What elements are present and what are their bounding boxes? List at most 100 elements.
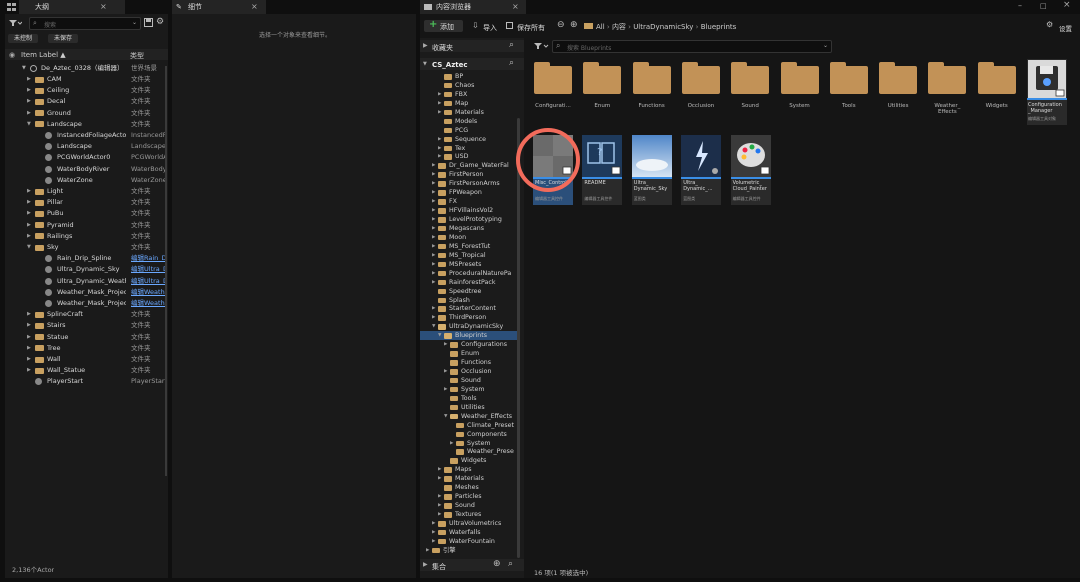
outliner-row[interactable]: ▶ Wall 文件夹: [5, 354, 165, 365]
expand-arrow-icon[interactable]: ▶: [432, 215, 435, 224]
expand-arrow-icon[interactable]: ▶: [27, 74, 31, 85]
minimize-icon[interactable]: –: [1018, 1, 1022, 10]
expand-arrow-icon[interactable]: ▶: [27, 320, 31, 331]
expand-arrow-icon[interactable]: ▶: [432, 188, 435, 197]
folder-tree-item[interactable]: Weather_Prese: [420, 447, 518, 456]
history-back-icon[interactable]: ⊖: [557, 20, 565, 30]
search-icon[interactable]: ⌕: [509, 40, 514, 50]
outliner-row[interactable]: Ultra_Dynamic_Weath 编辑Ultra_D: [5, 276, 165, 287]
folder-tree-item[interactable]: ▼ Weather_Effects: [420, 412, 518, 421]
outliner-search-input[interactable]: ⌕ 搜索 ⌄: [29, 17, 141, 30]
expand-arrow-icon[interactable]: ▶: [432, 313, 435, 322]
collections-header[interactable]: ▶ 集合 ⊕ ⌕: [420, 559, 524, 571]
expand-arrow-icon[interactable]: ▶: [432, 170, 435, 179]
folder-tree-item[interactable]: Sound: [420, 376, 518, 385]
chevron-down-icon[interactable]: ⌄: [132, 19, 137, 26]
folder-tree-item[interactable]: PCG: [420, 126, 518, 135]
breadcrumb-item[interactable]: All: [596, 23, 605, 31]
folder-tree-item[interactable]: ▶ FirstPersonArms: [420, 179, 518, 188]
folder-tree-item[interactable]: Enum: [420, 349, 518, 358]
expand-arrow-icon[interactable]: ▶: [444, 385, 447, 394]
outliner-row[interactable]: ▶ CAM 文件夹: [5, 74, 165, 85]
outliner-row[interactable]: ▶ Railings 文件夹: [5, 231, 165, 242]
unsaved-button[interactable]: 未保存: [48, 34, 78, 43]
outliner-row[interactable]: ▶ Statue 文件夹: [5, 332, 165, 343]
column-item-label[interactable]: Item Label ▲: [21, 51, 66, 59]
folder-tree-item[interactable]: Utilities: [420, 403, 518, 412]
expand-arrow-icon[interactable]: ▶: [438, 474, 441, 483]
folder-tree-item[interactable]: ▶ Particles: [420, 492, 518, 501]
expand-arrow-icon[interactable]: ▼: [438, 331, 441, 340]
expand-arrow-icon[interactable]: ▶: [444, 367, 447, 376]
folder-tree-item[interactable]: ▶ Sound: [420, 501, 518, 510]
folder-tile[interactable]: [780, 60, 821, 100]
folder-tree-item[interactable]: Widgets: [420, 456, 518, 465]
folder-tree-item[interactable]: BP: [420, 72, 518, 81]
folder-tile[interactable]: [681, 60, 722, 100]
column-type[interactable]: 类型: [130, 51, 144, 61]
favorites-header[interactable]: ▶ 收藏夹 ⌕: [420, 40, 524, 52]
gear-icon[interactable]: ⚙: [1046, 20, 1053, 29]
expand-arrow-icon[interactable]: ▶: [438, 135, 441, 144]
expand-arrow-icon[interactable]: ▶: [432, 206, 435, 215]
expand-arrow-icon[interactable]: ▶: [27, 365, 31, 376]
expand-arrow-icon[interactable]: ▶: [432, 233, 435, 242]
expand-arrow-icon[interactable]: ▶: [432, 528, 435, 537]
gear-icon[interactable]: ⚙: [156, 18, 165, 27]
folder-tree-item[interactable]: ▶ UltraVolumetrics: [420, 519, 518, 528]
outliner-row[interactable]: PlayerStart PlayerStart: [5, 376, 165, 387]
expand-arrow-icon[interactable]: ▶: [438, 492, 441, 501]
outliner-row[interactable]: ▶ Decal 文件夹: [5, 96, 165, 107]
expand-arrow-icon[interactable]: ▼: [27, 242, 31, 253]
outliner-row[interactable]: Weather_Mask_Projec 编辑Weathe: [5, 287, 165, 298]
expand-arrow-icon[interactable]: ▶: [27, 220, 31, 231]
outliner-row[interactable]: ▶ Ground 文件夹: [5, 108, 165, 119]
folder-tree-item[interactable]: ▶ Waterfalls: [420, 528, 518, 537]
outliner-root-row[interactable]: ▼ De_Aztec_0328（编辑器） 世界场景: [5, 63, 168, 74]
expand-arrow-icon[interactable]: ▶: [432, 537, 435, 546]
asset-configuration-manager[interactable]: Configuration _Manager 编辑器工具对象: [1027, 59, 1067, 125]
expand-arrow-icon[interactable]: ▶: [426, 546, 429, 555]
folder-tree-item[interactable]: ▶ Tex: [420, 144, 518, 153]
asset-tile[interactable]: Volumetric_ Cloud_Painter 编辑器工具控件: [730, 135, 771, 205]
folder-tree-item[interactable]: ▶ FX: [420, 197, 518, 206]
folder-tree-item[interactable]: ▶ Dr_Game_WaterFal: [420, 161, 518, 170]
expand-arrow-icon[interactable]: ▶: [432, 260, 435, 269]
folder-tree-item[interactable]: ▶ ProceduralNaturePa: [420, 269, 518, 278]
folder-tree-item[interactable]: ▶ MSPresets: [420, 260, 518, 269]
outliner-row[interactable]: ▶ Wall_Statue 文件夹: [5, 365, 165, 376]
folder-tree-item[interactable]: ▶ System: [420, 439, 518, 448]
folder-tree-item[interactable]: Tools: [420, 394, 518, 403]
asset-tile[interactable]: Ultra_ Dynamic_... 蓝图类: [681, 135, 722, 205]
folder-tree-item[interactable]: ▶ LevelPrototyping: [420, 215, 518, 224]
expand-arrow-icon[interactable]: ▶: [438, 90, 441, 99]
folder-tree-item[interactable]: ▶ Maps: [420, 465, 518, 474]
tab-outliner[interactable]: 大纲: [19, 0, 125, 14]
folder-icon[interactable]: [584, 22, 593, 29]
folder-tree-item[interactable]: ▶ Megascans: [420, 224, 518, 233]
expand-arrow-icon[interactable]: ▶: [438, 152, 441, 161]
save-all-button[interactable]: 保存所有: [506, 21, 550, 32]
folder-tile[interactable]: [829, 60, 870, 100]
maximize-icon[interactable]: □: [1040, 2, 1047, 10]
outliner-row[interactable]: ▶ Ceiling 文件夹: [5, 85, 165, 96]
outliner-row[interactable]: WaterBodyRiver WaterBodyR: [5, 164, 165, 175]
outliner-row[interactable]: WaterZone WaterZone: [5, 175, 165, 186]
filter-icon[interactable]: [8, 18, 22, 28]
outliner-row[interactable]: ▶ Pyramid 文件夹: [5, 220, 165, 231]
asset-tile[interactable]: Ultra_ Dynamic_Sky 蓝图类: [631, 135, 672, 205]
outliner-row-type-link[interactable]: 编辑Weathe: [131, 298, 165, 309]
outliner-row[interactable]: ▶ SplineCraft 文件夹: [5, 309, 165, 320]
folder-tile[interactable]: [731, 60, 771, 100]
expand-arrow-icon[interactable]: ▶: [432, 304, 435, 313]
outliner-row[interactable]: ▶ Tree 文件夹: [5, 343, 165, 354]
outliner-row[interactable]: ▶ Light 文件夹: [5, 186, 165, 197]
expand-arrow-icon[interactable]: ▼: [22, 63, 26, 74]
folder-tree-item[interactable]: ▶ 引擎: [420, 546, 518, 555]
folder-tree-item[interactable]: ▶ System: [420, 385, 518, 394]
outliner-row[interactable]: ▼ Landscape 文件夹: [5, 119, 165, 130]
search-icon[interactable]: ⌕: [508, 559, 513, 569]
expand-arrow-icon[interactable]: ▶: [438, 501, 441, 510]
outliner-row-type-link[interactable]: 编辑Ultra_D: [131, 264, 165, 275]
project-header[interactable]: ▼ CS_Aztec ⌕: [420, 58, 524, 70]
